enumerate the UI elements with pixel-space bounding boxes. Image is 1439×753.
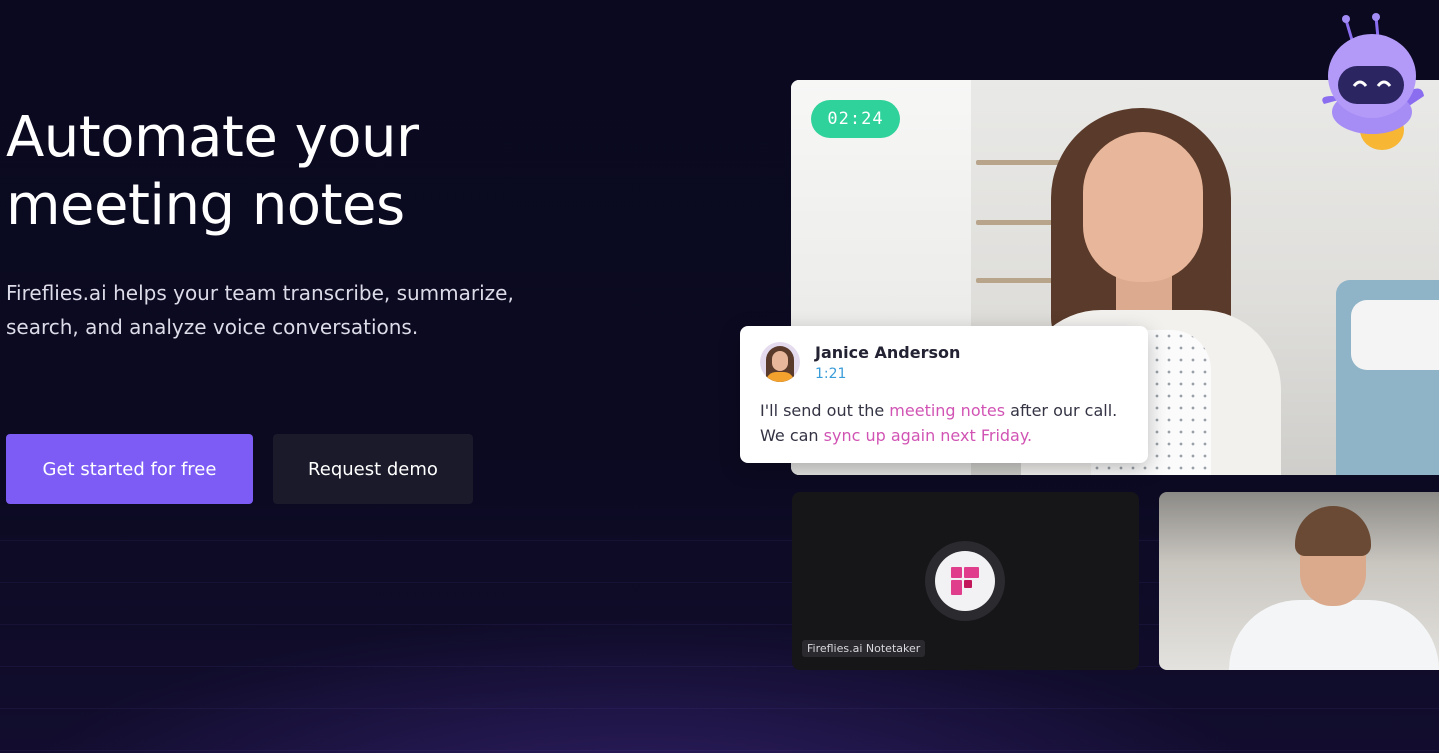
hero-headline: Automate your meeting notes xyxy=(6,105,419,238)
participant-hair xyxy=(1295,506,1371,556)
speaker-timestamp: 1:21 xyxy=(815,366,847,382)
hero-section: Automate your meeting notes Fireflies.ai… xyxy=(0,0,1439,753)
notetaker-video-tile: Fireflies.ai Notetaker xyxy=(792,492,1139,670)
transcript-highlight: meeting notes xyxy=(889,401,1006,420)
speaker-name: Janice Anderson xyxy=(815,343,961,362)
transcript-text: I'll send out the meeting notes after ou… xyxy=(760,398,1140,448)
request-demo-button[interactable]: Request demo xyxy=(273,434,473,504)
transcript-card: Janice Anderson 1:21 I'll send out the m… xyxy=(740,326,1148,463)
pillow-background xyxy=(1351,300,1439,370)
speaker-face xyxy=(1083,132,1203,282)
get-started-button[interactable]: Get started for free xyxy=(6,434,253,504)
notetaker-logo xyxy=(935,551,995,611)
notetaker-logo-ring xyxy=(925,541,1005,621)
hero-subtext: Fireflies.ai helps your team transcribe,… xyxy=(6,281,514,339)
call-timer: 02:24 xyxy=(811,100,900,138)
participant-shirt xyxy=(1229,600,1439,670)
notetaker-label: Fireflies.ai Notetaker xyxy=(802,640,926,657)
robot-mascot-icon xyxy=(1322,13,1424,150)
wall-shelf xyxy=(976,160,1066,165)
avatar xyxy=(760,342,800,382)
fireflies-logo-icon xyxy=(951,567,979,595)
participant-video-tile xyxy=(1159,492,1439,670)
transcript-text-part: I'll send out the xyxy=(760,401,890,420)
avatar-face xyxy=(772,351,788,371)
transcript-highlight: sync up again next Friday. xyxy=(823,426,1033,445)
avatar-body xyxy=(766,372,794,382)
transcript-text-part: after our call. xyxy=(1005,401,1118,420)
transcript-text-part: We can xyxy=(760,426,824,445)
